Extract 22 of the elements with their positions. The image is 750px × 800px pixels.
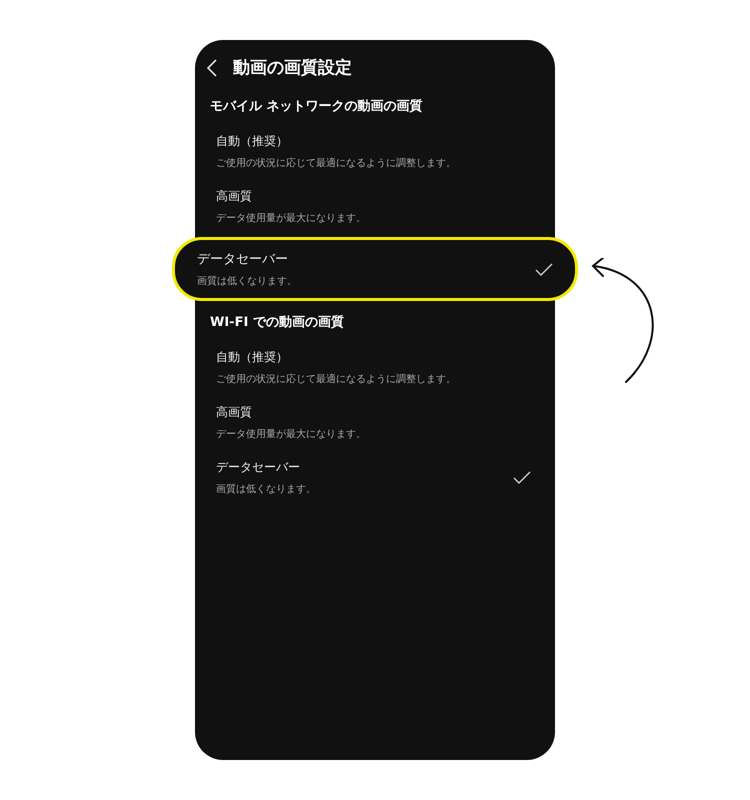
- option-label: 高画質: [216, 404, 252, 421]
- option-description: データ使用量が最大になります。: [216, 212, 366, 225]
- quality-option[interactable]: 高画質 データ使用量が最大になります。: [195, 180, 555, 235]
- option-label: データセーバー: [216, 459, 300, 476]
- option-label: 高画質: [216, 188, 252, 205]
- quality-option[interactable]: 高画質 データ使用量が最大になります。: [195, 396, 555, 451]
- back-icon[interactable]: [207, 58, 217, 76]
- quality-option[interactable]: データセーバー 画質は低くなります。: [195, 451, 555, 506]
- quality-option[interactable]: データセーバー 画質は低くなります。: [172, 237, 578, 301]
- option-description: ご使用の状況に応じて最適になるように調整します。: [216, 156, 456, 170]
- section-heading: モバイル ネットワークの動画の画質: [209, 98, 424, 116]
- option-description: データ使用量が最大になります。: [216, 428, 366, 441]
- option-label: 自動（推奨）: [216, 133, 288, 150]
- screen-title: 動画の画質設定: [233, 57, 352, 79]
- option-label: データセーバー: [197, 251, 288, 268]
- quality-option[interactable]: 自動（推奨） ご使用の状況に応じて最適になるように調整します。: [195, 341, 555, 396]
- option-description: 画質は低くなります。: [216, 482, 316, 496]
- option-description: 画質は低くなります。: [197, 274, 297, 288]
- option-label: 自動（推奨）: [216, 349, 288, 366]
- option-description: ご使用の状況に応じて最適になるように調整します。: [216, 372, 456, 386]
- section-heading: WI-FI での動画の画質: [209, 314, 345, 332]
- quality-option[interactable]: 自動（推奨） ご使用の状況に応じて最適になるように調整します。: [195, 125, 555, 180]
